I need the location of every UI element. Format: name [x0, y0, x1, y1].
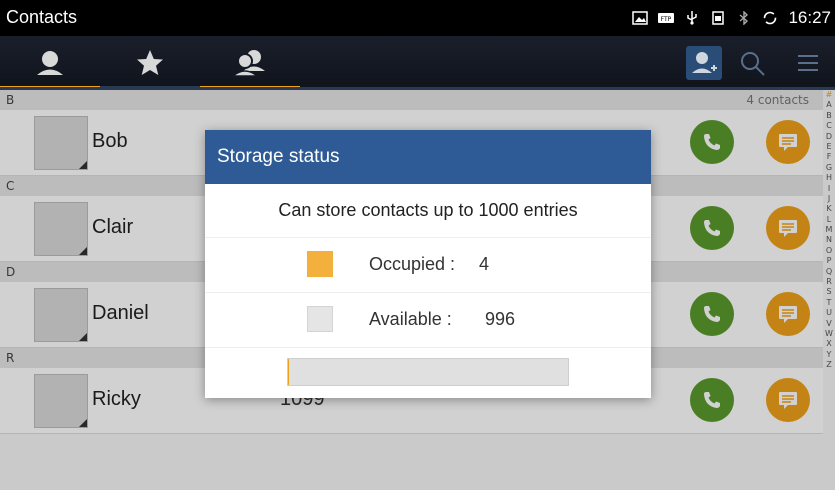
status-icons: FTP 16:27 [632, 6, 831, 30]
occupied-row: Occupied : 4 [205, 238, 651, 293]
storage-usage-bar [287, 358, 569, 386]
dialog-message: Can store contacts up to 1000 entries [205, 184, 651, 238]
available-label: Available : [369, 309, 452, 329]
usb-icon [687, 11, 698, 25]
available-row: Available : 996 [205, 293, 651, 348]
storage-usage-fill [288, 359, 290, 385]
clock: 16:27 [788, 8, 831, 27]
svg-text:FTP: FTP [661, 16, 672, 23]
occupied-swatch [307, 251, 333, 277]
storage-status-dialog: Storage status Can store contacts up to … [205, 130, 651, 398]
image-icon [632, 11, 649, 25]
available-value: 996 [485, 309, 516, 329]
search-button[interactable] [734, 46, 770, 80]
sync-icon [764, 11, 777, 25]
available-swatch [307, 306, 333, 332]
toolbar [0, 36, 835, 90]
occupied-label: Occupied : [369, 254, 456, 274]
ftp-icon: FTP [658, 13, 675, 23]
person-icon [37, 51, 63, 75]
dialog-title: Storage status [205, 130, 651, 184]
group-icon [230, 50, 265, 77]
tab-contacts[interactable] [0, 36, 100, 90]
menu-icon [798, 55, 818, 71]
search-icon [741, 52, 765, 76]
menu-button[interactable] [790, 46, 826, 80]
app-title: Contacts [6, 7, 78, 27]
tab-groups[interactable] [200, 36, 300, 90]
sim-icon [712, 11, 725, 25]
status-bar: Contacts FTP 16:27 [0, 0, 835, 36]
add-contact-icon [692, 52, 717, 73]
tab-favorites[interactable] [100, 36, 200, 90]
bluetooth-icon [739, 11, 749, 25]
add-contact-button[interactable] [686, 46, 722, 80]
occupied-value: 4 [479, 254, 490, 274]
star-icon [137, 50, 163, 75]
